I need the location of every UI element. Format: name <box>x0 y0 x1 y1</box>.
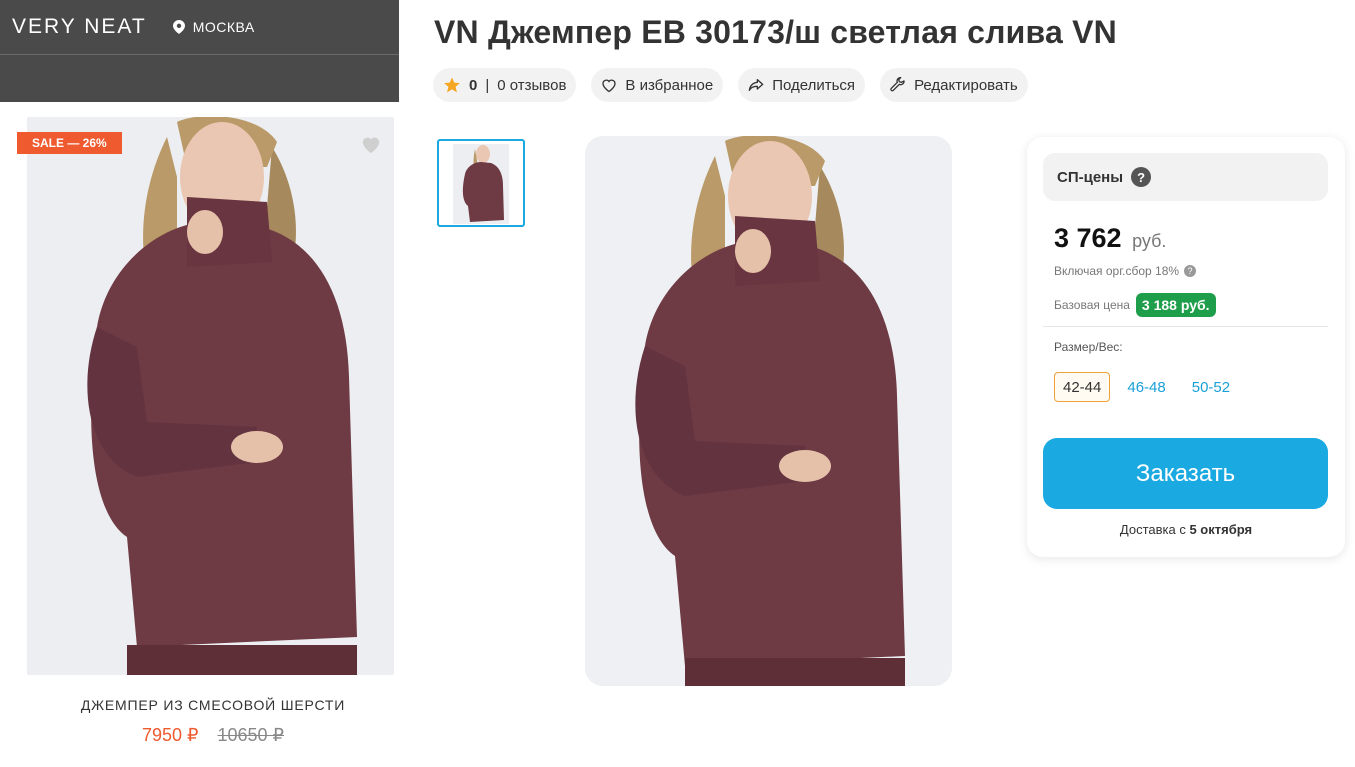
price-panel: СП-цены ? 3 762 руб. Включая орг.сбор 18… <box>1027 137 1345 557</box>
wrench-icon <box>890 77 905 92</box>
price-old: 10650 ₽ <box>217 725 285 745</box>
favorite-label: В избранное <box>625 76 714 94</box>
fee-note: Включая орг.сбор 18% ? <box>1054 264 1197 278</box>
share-label: Поделиться <box>772 76 856 94</box>
size-options: 42-44 46-48 50-52 <box>1054 372 1239 402</box>
divider <box>1043 326 1328 327</box>
product-title: VN Джемпер ЕВ 30173/ш светлая слива VN <box>434 14 1117 50</box>
gallery-thumbnail[interactable] <box>437 139 525 227</box>
help-icon[interactable]: ? <box>1131 167 1152 187</box>
size-label: Размер/Вес: <box>1054 340 1123 354</box>
location-pin-icon <box>172 20 185 34</box>
city-label: МОСКВА <box>192 19 255 35</box>
fee-note-text: Включая орг.сбор 18% <box>1054 264 1180 278</box>
product-card-image[interactable] <box>27 117 394 675</box>
heart-icon[interactable] <box>360 134 382 154</box>
main-product-photo[interactable] <box>585 136 952 686</box>
page: VERY NEAT МОСКВА SALE — 26% ДЖЕМПЕР ИЗ С… <box>0 0 1355 767</box>
rating-pill[interactable]: 0 | 0 отзывов <box>433 68 577 102</box>
heart-outline-icon <box>602 79 617 92</box>
delivery-date: 5 октября <box>1189 522 1253 537</box>
final-price-currency: руб. <box>1132 231 1167 251</box>
price-new: 7950 ₽ <box>141 725 199 745</box>
rating-value: 0 <box>469 76 478 94</box>
base-price-row: Базовая цена 3 188 руб. <box>1054 293 1216 317</box>
sweater-photo <box>27 117 394 675</box>
sale-badge: SALE — 26% <box>17 132 122 154</box>
edit-button[interactable]: Редактировать <box>880 68 1028 102</box>
card-title[interactable]: ДЖЕМПЕР ИЗ СМЕСОВОЙ ШЕРСТИ <box>27 697 399 713</box>
city-selector[interactable]: МОСКВА <box>172 19 255 35</box>
base-price-badge: 3 188 руб. <box>1135 293 1216 317</box>
share-button[interactable]: Поделиться <box>738 68 866 102</box>
size-option[interactable]: 46-48 <box>1118 372 1174 402</box>
edit-label: Редактировать <box>914 76 1018 94</box>
sp-prices-header: СП-цены ? <box>1043 153 1328 201</box>
product-actions: 0 | 0 отзывов В избранное Поделиться Ред… <box>433 68 1028 102</box>
delivery-prefix: Доставка с <box>1119 522 1190 537</box>
delivery-info: Доставка с 5 октября <box>1027 522 1345 537</box>
final-price: 3 762 руб. <box>1054 223 1166 254</box>
shop-topbar: VERY NEAT МОСКВА <box>0 0 399 55</box>
fee-help-icon[interactable]: ? <box>1184 265 1197 277</box>
shop-brand-logo[interactable]: VERY NEAT <box>12 15 147 39</box>
thumbnail-photo <box>453 144 509 224</box>
card-prices: 7950 ₽ 10650 ₽ <box>27 725 399 746</box>
main-sweater-photo <box>585 136 952 686</box>
final-price-value: 3 762 <box>1054 223 1122 253</box>
rating-separator: | <box>485 76 490 94</box>
base-price-label: Базовая цена <box>1054 298 1130 312</box>
size-option[interactable]: 50-52 <box>1183 372 1239 402</box>
shop-header: VERY NEAT МОСКВА <box>0 0 399 102</box>
order-button[interactable]: Заказать <box>1043 438 1328 509</box>
star-icon <box>444 77 460 93</box>
reviews-count: 0 отзывов <box>497 76 567 94</box>
favorite-button[interactable]: В избранное <box>591 68 724 102</box>
share-icon <box>748 78 764 91</box>
size-option[interactable]: 42-44 <box>1054 372 1111 402</box>
sp-prices-title: СП-цены <box>1057 168 1124 186</box>
